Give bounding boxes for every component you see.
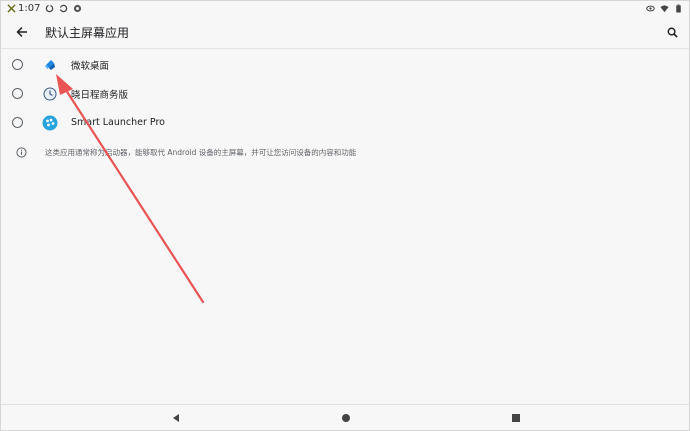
- list-item-smart-launcher[interactable]: Smart Launcher Pro: [1, 108, 689, 137]
- launcher-list: 微软桌面 晓日程商务版 Smart Launcher Pro: [1, 50, 689, 137]
- status-bar-left: 1:07: [7, 3, 82, 14]
- app-notification-icon: [74, 4, 82, 13]
- notification-icon: [7, 4, 16, 13]
- smart-launcher-icon: [41, 114, 58, 131]
- status-time: 1:07: [18, 3, 41, 14]
- status-bar-right: [646, 4, 683, 13]
- nav-home-icon: [342, 414, 350, 422]
- app-label: 晓日程商务版: [71, 89, 129, 101]
- app-bar: 默认主屏幕应用: [1, 16, 689, 49]
- nav-back-icon: [173, 414, 179, 422]
- status-bar: 1:07: [1, 1, 689, 16]
- back-button[interactable]: [1, 16, 43, 49]
- app-label: 微软桌面: [71, 60, 110, 72]
- radio-button[interactable]: [12, 88, 23, 99]
- info-footer: 这类应用通常称为启动器，能够取代 Android 设备的主屏幕，并可让您访问设备…: [1, 140, 689, 164]
- arrow-back-icon: [16, 26, 27, 38]
- nav-back-button[interactable]: [168, 410, 184, 426]
- battery-icon: [676, 4, 681, 13]
- sync-icon: [46, 4, 54, 13]
- eye-icon: [646, 5, 655, 12]
- page-title: 默认主屏幕应用: [45, 25, 130, 40]
- navigation-bar: [1, 404, 689, 430]
- microsoft-launcher-icon: [41, 56, 58, 73]
- nav-recents-icon: [512, 414, 520, 422]
- nav-recents-button[interactable]: [508, 410, 524, 426]
- screen: 1:07 默认主屏幕应用 微软桌面 晓日程商务版 Smart Launcher …: [0, 0, 690, 431]
- info-text: 这类应用通常称为启动器，能够取代 Android 设备的主屏幕，并可让您访问设备…: [45, 147, 357, 157]
- schedule-app-icon: [41, 85, 58, 102]
- list-item-schedule-app[interactable]: 晓日程商务版: [1, 79, 689, 108]
- wifi-icon: [660, 5, 669, 13]
- list-item-microsoft-launcher[interactable]: 微软桌面: [1, 50, 689, 79]
- search-button[interactable]: [663, 23, 681, 41]
- search-icon: [667, 27, 678, 38]
- info-icon: [16, 146, 27, 158]
- app-label: Smart Launcher Pro: [71, 117, 165, 128]
- sync-alt-icon: [59, 4, 68, 13]
- radio-button[interactable]: [12, 59, 23, 70]
- nav-home-button[interactable]: [338, 410, 354, 426]
- radio-button[interactable]: [12, 117, 23, 128]
